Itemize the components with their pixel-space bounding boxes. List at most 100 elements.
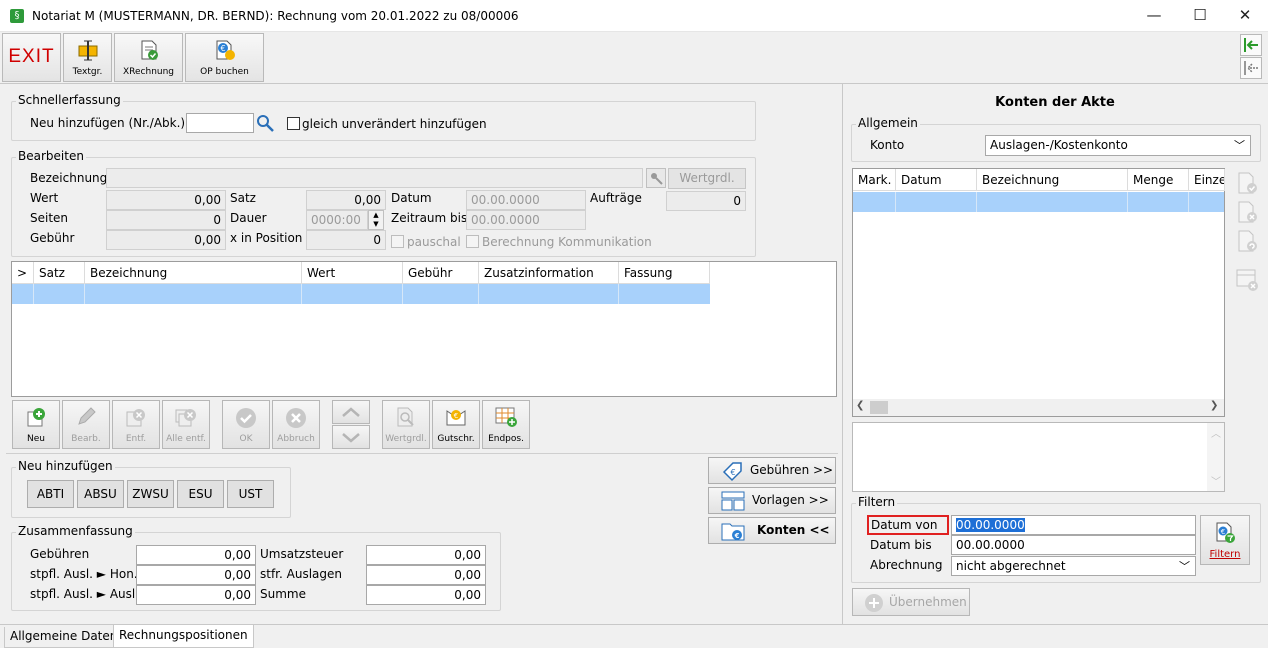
document-check-icon (1238, 172, 1257, 194)
col-satz[interactable]: Satz (34, 262, 85, 284)
berechnung-kommunikation-checkbox[interactable] (466, 235, 479, 248)
auftraege-input[interactable]: 0 (666, 191, 746, 211)
main-toolbar: EXIT Textgr. XRechnung € OP buchen (0, 32, 1268, 84)
konten-button[interactable]: € Konten << (708, 517, 836, 544)
edit-pencil-icon (78, 407, 96, 425)
konto-tool-refresh-button[interactable] (1232, 228, 1262, 260)
bearb-button[interactable]: Bearb. (62, 400, 110, 449)
col-menge[interactable]: Menge (1128, 169, 1189, 191)
scroll-right-icon[interactable]: ❯ (1210, 400, 1218, 411)
abbruch-button[interactable]: Abbruch (272, 400, 320, 449)
absu-button[interactable]: ABSU (77, 480, 124, 508)
col-einzelpreis[interactable]: Einze (1189, 169, 1225, 191)
konto-select[interactable]: Auslagen-/Kostenkonto ﹀ (985, 135, 1251, 156)
table-row[interactable] (853, 192, 1224, 212)
gutschr-button[interactable]: € Gutschr. (432, 400, 480, 449)
minimize-button[interactable]: — (1131, 0, 1177, 32)
gleich-unveraendert-checkbox[interactable] (287, 117, 300, 130)
seiten-input[interactable]: 0 (106, 210, 226, 230)
wertgrdl-button[interactable]: Wertgrdl. (382, 400, 430, 449)
exit-button[interactable]: EXIT (2, 33, 61, 82)
op-buchen-icon: € (216, 40, 235, 60)
col-marker[interactable]: > (12, 262, 34, 284)
konto-tool-delete-button[interactable] (1232, 199, 1262, 231)
col-mark[interactable]: Mark. (853, 169, 896, 191)
col-fassung[interactable]: Fassung (619, 262, 710, 284)
dauer-spinner[interactable]: ▲ ▼ (368, 210, 384, 230)
wert-input[interactable]: 0,00 (106, 190, 226, 210)
op-buchen-label: OP buchen (200, 67, 249, 77)
entf-button[interactable]: Entf. (112, 400, 160, 449)
col-wert[interactable]: Wert (302, 262, 403, 284)
dock-right-button[interactable] (1240, 34, 1262, 56)
gebuehren-button[interactable]: € Gebühren >> (708, 457, 836, 484)
positions-table[interactable]: > Satz Bezeichnung Wert Gebühr Zusatzinf… (11, 261, 837, 397)
datum-label: Datum (391, 191, 432, 205)
vorlagen-button[interactable]: Vorlagen >> (708, 487, 836, 514)
document-refresh-icon (1238, 230, 1257, 252)
window-title: Notariat M (MUSTERMANN, DR. BERND): Rech… (32, 9, 519, 23)
konto-tool-grid-delete-button[interactable] (1232, 266, 1262, 298)
op-buchen-button[interactable]: € OP buchen (185, 33, 264, 82)
chevron-down-icon: ﹀ (1179, 560, 1190, 573)
scroll-left-icon[interactable]: ❮ (856, 400, 864, 411)
table-cell (853, 192, 896, 212)
zwsu-button[interactable]: ZWSU (127, 480, 174, 508)
pauschal-checkbox[interactable] (391, 235, 404, 248)
datum-bis-label: Datum bis (870, 538, 932, 552)
zeitraum-bis-input[interactable]: 00.00.0000 (466, 210, 586, 230)
endpos-button[interactable]: Endpos. (482, 400, 530, 449)
scroll-down-icon[interactable]: ﹀ (1211, 473, 1221, 488)
scrollbar-thumb[interactable] (870, 401, 888, 414)
wertgrdl-top-button[interactable]: Wertgrdl. (668, 168, 746, 189)
table-row[interactable] (12, 284, 710, 304)
separator (6, 453, 838, 454)
bezeichnung-input[interactable] (106, 168, 643, 188)
col-konto-bezeichnung[interactable]: Bezeichnung (977, 169, 1128, 191)
esu-button[interactable]: ESU (177, 480, 224, 508)
neu-button[interactable]: Neu (12, 400, 60, 449)
konto-detail-memo[interactable]: ︿ ﹀ (852, 422, 1225, 492)
lookup-button[interactable] (646, 168, 666, 188)
col-zusatzinformation[interactable]: Zusatzinformation (479, 262, 619, 284)
datum-von-value: 00.00.0000 (956, 518, 1025, 532)
scroll-up-icon[interactable]: ︿ (1211, 425, 1221, 440)
col-gebuehr[interactable]: Gebühr (403, 262, 479, 284)
ok-button[interactable]: OK (222, 400, 270, 449)
gebuehr-input[interactable]: 0,00 (106, 230, 226, 250)
xrechnung-button[interactable]: XRechnung (114, 33, 183, 82)
tab-allgemeine-daten[interactable]: Allgemeine Daten (4, 627, 124, 648)
tab-rechnungspositionen[interactable]: Rechnungspositionen (113, 625, 254, 648)
horizontal-scrollbar[interactable]: ❮ ❯ (853, 399, 1224, 416)
filtern-button[interactable]: € Filtern (1200, 515, 1250, 565)
datum-von-input[interactable]: 00.00.0000 (951, 515, 1196, 535)
undock-button[interactable] (1240, 57, 1262, 79)
konto-tool-check-button[interactable] (1232, 170, 1262, 202)
ust-button[interactable]: UST (227, 480, 274, 508)
uebernehmen-button[interactable]: Übernehmen (852, 588, 970, 616)
stpfl-ausl-label: stpfl. Ausl. ► Ausl. (30, 587, 140, 601)
col-bezeichnung[interactable]: Bezeichnung (85, 262, 302, 284)
table-cell (34, 284, 85, 304)
move-up-button[interactable] (332, 400, 370, 424)
datum-input[interactable]: 00.00.0000 (466, 190, 586, 210)
textgr-button[interactable]: Textgr. (63, 33, 112, 82)
col-datum[interactable]: Datum (896, 169, 977, 191)
konten-table[interactable]: Mark. Datum Bezeichnung Menge Einze ❮ ❯ (852, 168, 1225, 417)
alle-entf-button[interactable]: Alle entf. (162, 400, 210, 449)
neu-hinzufuegen-nr-input[interactable] (186, 113, 254, 133)
x-in-position-input[interactable]: 0 (306, 230, 386, 250)
satz-input[interactable]: 0,00 (306, 190, 386, 210)
move-down-button[interactable] (332, 425, 370, 449)
vertical-scrollbar[interactable]: ︿ ﹀ (1207, 423, 1224, 491)
abti-button[interactable]: ABTI (27, 480, 74, 508)
abrechnung-select[interactable]: nicht abgerechnet ﹀ (951, 556, 1196, 576)
seiten-label: Seiten (30, 211, 69, 225)
close-button[interactable]: ✕ (1222, 0, 1268, 32)
dauer-input[interactable]: 0000:00 (306, 210, 368, 230)
maximize-button[interactable]: ☐ (1177, 0, 1223, 32)
table-cell (302, 284, 403, 304)
search-button[interactable] (255, 113, 275, 133)
abrechnung-label: Abrechnung (870, 558, 943, 572)
datum-bis-input[interactable]: 00.00.0000 (951, 535, 1196, 555)
